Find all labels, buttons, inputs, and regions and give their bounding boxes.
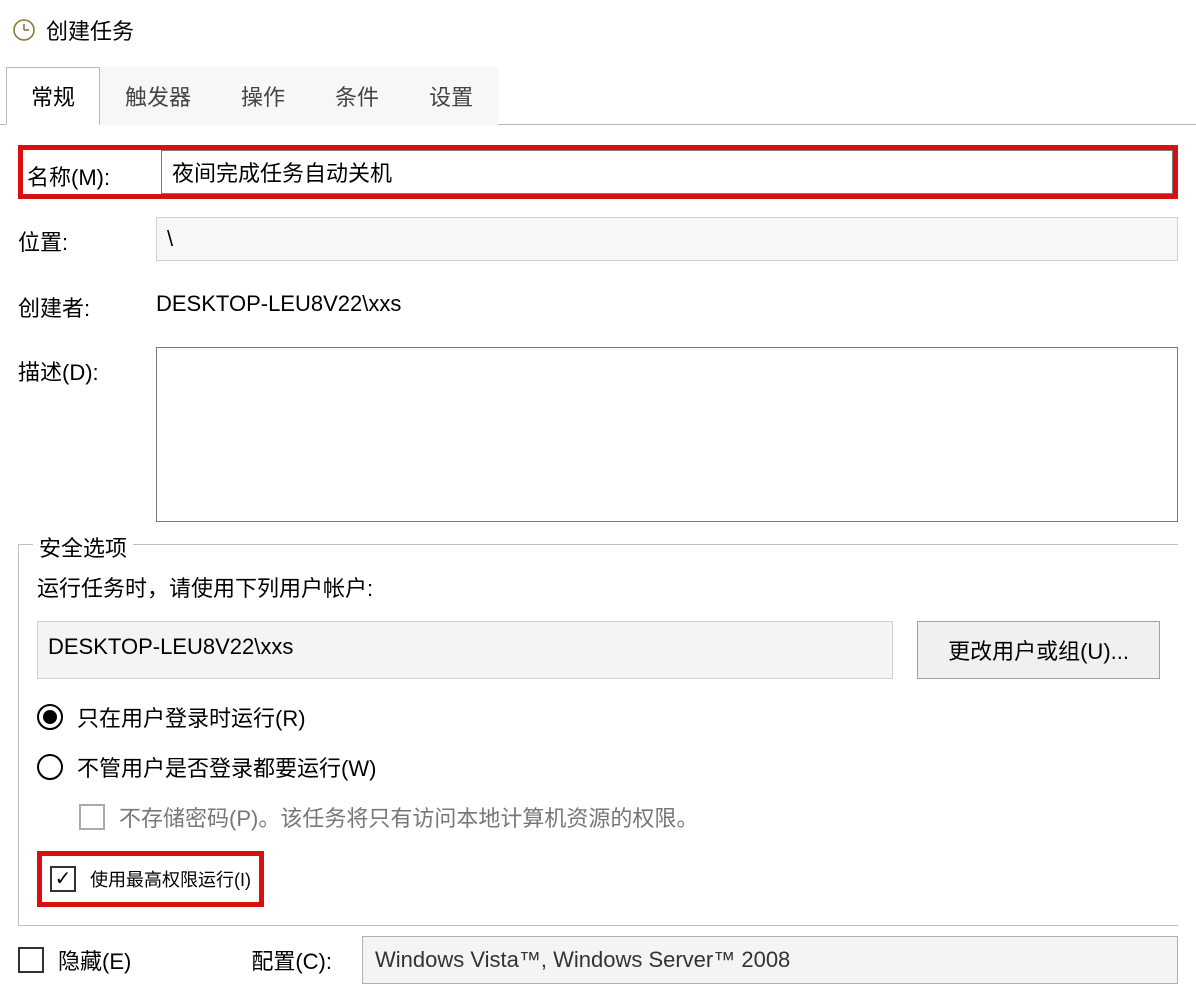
bottom-row: 隐藏(E) 配置(C): Windows Vista™, Windows Ser…: [0, 926, 1196, 984]
hidden-label: 隐藏(E): [58, 944, 131, 976]
change-user-button[interactable]: 更改用户或组(U)...: [917, 621, 1160, 679]
no-password-label: 不存储密码(P)。该任务将只有访问本地计算机资源的权限。: [119, 801, 698, 833]
author-row: 创建者: DESKTOP-LEU8V22\xxs: [18, 283, 1178, 325]
config-label: 配置(C):: [251, 944, 332, 976]
name-input[interactable]: [161, 150, 1173, 194]
check-hidden[interactable]: 隐藏(E): [18, 944, 131, 976]
radio-icon: [37, 754, 63, 780]
account-row: DESKTOP-LEU8V22\xxs 更改用户或组(U)...: [37, 621, 1160, 679]
checkbox-icon: [79, 804, 105, 830]
radio-logged-on-label: 只在用户登录时运行(R): [77, 701, 306, 733]
author-label: 创建者:: [18, 283, 156, 323]
description-label: 描述(D):: [18, 347, 156, 387]
security-prompt: 运行任务时，请使用下列用户帐户:: [37, 571, 1160, 603]
name-label: 名称(M):: [23, 152, 161, 192]
radio-any-login[interactable]: 不管用户是否登录都要运行(W): [37, 751, 1160, 783]
highest-priv-label: 使用最高权限运行(I): [90, 866, 251, 892]
tab-settings[interactable]: 设置: [404, 67, 498, 125]
highest-priv-highlight: ✓ 使用最高权限运行(I): [37, 851, 264, 907]
tab-conditions[interactable]: 条件: [310, 67, 404, 125]
config-select[interactable]: Windows Vista™, Windows Server™ 2008: [362, 936, 1178, 984]
location-label: 位置:: [18, 217, 156, 257]
security-fieldset: 安全选项 运行任务时，请使用下列用户帐户: DESKTOP-LEU8V22\xx…: [18, 544, 1178, 926]
name-row-highlight: 名称(M):: [18, 145, 1178, 199]
check-no-password: 不存储密码(P)。该任务将只有访问本地计算机资源的权限。: [79, 801, 1160, 833]
tab-general[interactable]: 常规: [6, 67, 100, 125]
location-value: \: [156, 217, 1178, 261]
clock-icon: [12, 18, 36, 42]
author-value: DESKTOP-LEU8V22\xxs: [156, 283, 1178, 325]
account-display: DESKTOP-LEU8V22\xxs: [37, 621, 893, 679]
tabs-bar: 常规 触发器 操作 条件 设置: [0, 66, 1196, 125]
description-row: 描述(D):: [18, 347, 1178, 522]
checkbox-icon[interactable]: ✓: [50, 866, 76, 892]
tab-triggers[interactable]: 触发器: [100, 67, 216, 125]
window-title: 创建任务: [46, 14, 134, 46]
tab-actions[interactable]: 操作: [216, 67, 310, 125]
tab-content-general: 名称(M): 位置: \ 创建者: DESKTOP-LEU8V22\xxs 描述…: [0, 125, 1196, 926]
security-legend: 安全选项: [33, 531, 133, 563]
checkbox-icon: [18, 947, 44, 973]
title-bar: 创建任务: [0, 0, 1196, 66]
radio-any-label: 不管用户是否登录都要运行(W): [77, 751, 376, 783]
radio-logged-on[interactable]: 只在用户登录时运行(R): [37, 701, 1160, 733]
radio-icon: [37, 704, 63, 730]
location-row: 位置: \: [18, 217, 1178, 261]
description-textarea[interactable]: [156, 347, 1178, 522]
